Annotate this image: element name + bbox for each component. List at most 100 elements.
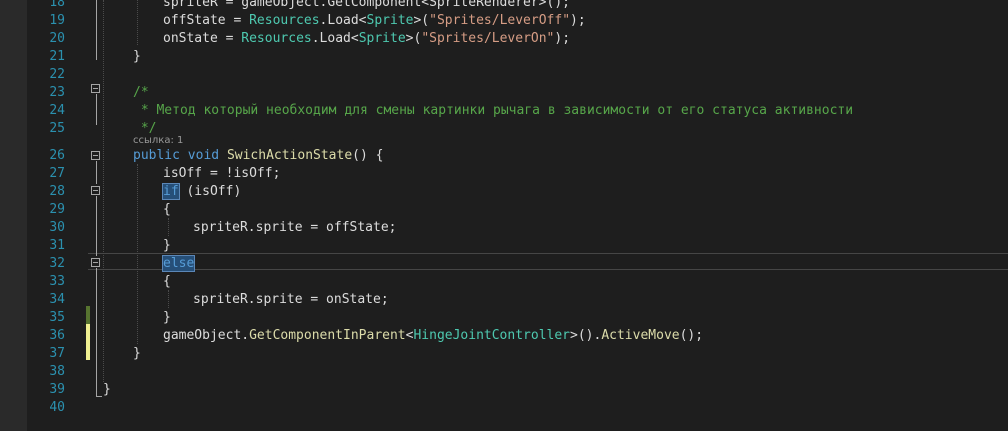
line-number: 29 — [49, 202, 65, 217]
code-token: */ — [133, 121, 157, 136]
code-token: .Load< — [311, 31, 359, 46]
code-line[interactable]: 33 { — [0, 273, 1008, 291]
code-token: spriteR.sprite = onState; — [193, 292, 389, 307]
line-number: 22 — [49, 67, 65, 82]
line-number: 31 — [49, 238, 65, 253]
code-token: Resources — [241, 31, 312, 46]
code-text[interactable]: { — [163, 273, 171, 291]
outline-line — [96, 0, 97, 60]
code-text[interactable]: spriteR.sprite = offState; — [193, 219, 397, 237]
line-number: 39 — [49, 382, 65, 397]
code-line[interactable]: 18 spriteR = gameObject.GetComponent<Spri… — [0, 0, 1008, 12]
code-line[interactable]: 29 { — [0, 201, 1008, 219]
code-token: onState = — [163, 31, 242, 46]
collapse-if-icon[interactable] — [91, 186, 100, 195]
outline-line — [96, 161, 97, 184]
line-number: 38 — [49, 364, 65, 379]
code-token: * Метод который необходим для смены карт… — [133, 103, 854, 118]
code-token: } — [163, 238, 171, 253]
code-token: } — [163, 310, 171, 325]
code-line[interactable]: 35} — [0, 309, 1008, 327]
code-line[interactable]: 19 offState = Resources.Load<Sprite>("Spr… — [0, 12, 1008, 30]
code-token: public — [133, 148, 180, 163]
code-token: isOff = !isOff; — [163, 166, 281, 181]
code-text[interactable]: } — [163, 309, 171, 327]
indent-guide — [103, 0, 104, 382]
code-text[interactable]: gameObject.GetComponentInParent<HingeJoi… — [163, 327, 703, 345]
code-token: if — [162, 183, 180, 200]
code-text[interactable]: else — [161, 255, 196, 273]
code-token: } — [133, 346, 141, 361]
code-text[interactable]: if (isOff) — [162, 183, 242, 201]
change-marker-saved — [86, 306, 90, 324]
code-line[interactable]: 21} — [0, 48, 1008, 66]
code-token: { — [163, 202, 171, 217]
code-line[interactable]: 40 — [0, 399, 1008, 417]
code-token: >(). — [570, 328, 602, 343]
code-text[interactable]: spriteR.sprite = onState; — [193, 291, 389, 309]
line-number: 26 — [49, 148, 65, 163]
code-token: "Sprites/LeverOff" — [429, 13, 571, 28]
line-number: 33 — [49, 274, 65, 289]
line-number: 34 — [49, 292, 65, 307]
code-text[interactable]: } — [133, 48, 141, 66]
line-number: 24 — [49, 103, 65, 118]
code-line[interactable]: 37} — [0, 345, 1008, 363]
codelens-references[interactable]: ссылка: 1 — [133, 135, 183, 147]
code-line[interactable]: 32 else — [0, 255, 1008, 273]
code-text[interactable]: isOff = !isOff; — [163, 165, 280, 183]
code-line[interactable]: 39} — [0, 381, 1008, 399]
indent-guide — [168, 218, 169, 236]
line-number: 21 — [49, 49, 65, 64]
indent-guide — [137, 164, 138, 344]
line-number: 36 — [49, 328, 65, 343]
collapse-method-icon[interactable] — [91, 151, 100, 160]
line-number: 23 — [49, 85, 65, 100]
code-line[interactable]: 20 onState = Resources.Load<Sprite>("Spri… — [0, 30, 1008, 48]
code-line[interactable]: 34 spriteR.sprite = onState; — [0, 291, 1008, 309]
code-token: ); — [570, 13, 586, 28]
code-token: ); — [554, 31, 571, 46]
code-line[interactable]: 26 public void SwichActionState() { — [0, 147, 1008, 165]
code-text[interactable]: spriteR = gameObject.GetComponent<Sprite… — [163, 0, 570, 12]
code-text[interactable]: } — [133, 345, 141, 363]
code-line[interactable]: 28 if (isOff) — [0, 183, 1008, 201]
code-line[interactable]: 31} — [0, 237, 1008, 255]
code-text[interactable]: } — [103, 381, 111, 399]
collapse-comment-icon[interactable] — [91, 84, 100, 93]
code-editor[interactable]: 18 spriteR = gameObject.GetComponent<Spri… — [0, 0, 1008, 431]
code-token: (isOff) — [178, 184, 242, 199]
code-line[interactable]: 38 — [0, 363, 1008, 381]
code-token: >( — [405, 31, 422, 46]
code-line[interactable]: 30 spriteR.sprite = offState; — [0, 219, 1008, 237]
code-text[interactable]: } — [163, 237, 171, 255]
code-text[interactable]: /* — [133, 84, 149, 102]
code-token: void — [187, 148, 220, 163]
code-text[interactable]: * Метод который необходим для смены карт… — [133, 102, 853, 120]
code-text[interactable]: public void SwichActionState() { — [133, 147, 383, 165]
code-token: } — [103, 382, 111, 397]
line-number: 30 — [49, 220, 65, 235]
code-token: ActiveMove — [601, 328, 680, 343]
code-token: Sprite — [358, 31, 406, 46]
line-number: 37 — [49, 346, 65, 361]
code-line[interactable]: 24 * Метод который необходим для смены к… — [0, 102, 1008, 120]
code-text[interactable]: onState = Resources.Load<Sprite>("Sprite… — [163, 30, 570, 48]
collapse-else-icon[interactable] — [91, 258, 100, 267]
code-line[interactable]: 22 — [0, 66, 1008, 84]
line-number: 19 — [49, 13, 65, 28]
code-token: GetComponentInParent — [249, 328, 406, 343]
code-text[interactable]: offState = Resources.Load<Sprite>("Sprit… — [163, 12, 586, 30]
line-number: 25 — [49, 121, 65, 136]
code-line[interactable]: 36 gameObject.GetComponentInParent<HingeJ… — [0, 327, 1008, 345]
code-token: SwichActionState — [226, 148, 353, 163]
code-text[interactable]: { — [163, 201, 171, 219]
outline-line — [96, 94, 97, 125]
code-token: .Load< — [319, 13, 367, 28]
code-line[interactable]: 23 /* — [0, 84, 1008, 102]
line-number: 40 — [49, 400, 65, 415]
code-token: } — [133, 49, 141, 64]
outline-line — [96, 196, 97, 256]
code-line[interactable]: 27 isOff = !isOff; — [0, 165, 1008, 183]
